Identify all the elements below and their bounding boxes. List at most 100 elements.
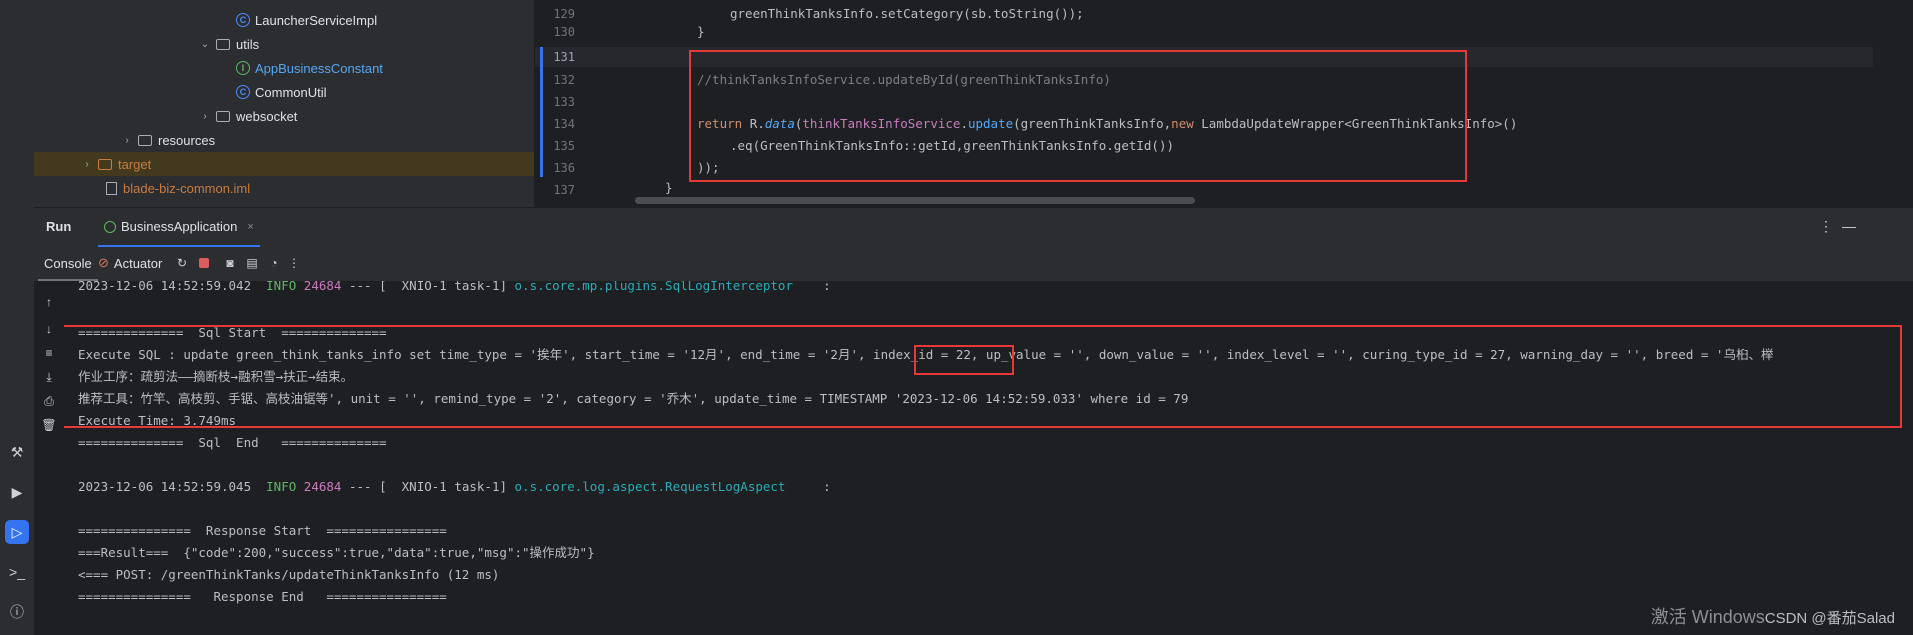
camera-icon[interactable]: ◙ xyxy=(222,255,238,271)
stop-icon[interactable] xyxy=(196,255,212,271)
code-line-129: greenThinkTanksInfo.setCategory(sb.toStr… xyxy=(730,6,1084,21)
chevron-right-icon[interactable]: › xyxy=(80,159,94,170)
run-toolbar: Console ⊘ Actuator ↻ ◙ ▤ ◔ ⋮ xyxy=(34,247,1913,282)
rerun-icon[interactable]: ↻ xyxy=(174,255,190,271)
interface-icon: I xyxy=(236,61,250,75)
actuator-icon: ⊘ xyxy=(98,255,109,270)
close-icon[interactable]: × xyxy=(247,221,253,233)
tree-item-label: utils xyxy=(236,36,260,52)
run-tool-window-header: Run BusinessApplication × ⋮ — xyxy=(34,207,1913,248)
console-output[interactable]: 2023-12-06 14:52:59.042 INFO 24684 --- [… xyxy=(64,281,1913,635)
tree-item-label: CommonUtil xyxy=(255,84,327,100)
package-icon xyxy=(216,38,230,50)
trash-icon[interactable]: 🗑 xyxy=(41,417,57,433)
tab-label: BusinessApplication xyxy=(121,219,238,234)
line-number-gutter: 129 130 131 132 133 134 135 136 137 xyxy=(535,0,625,207)
scroll-to-end-icon[interactable]: ⤓ xyxy=(41,369,57,385)
run-icon[interactable]: ▷ xyxy=(5,520,29,544)
class-icon: C xyxy=(236,85,250,99)
tab-business-application[interactable]: BusinessApplication × xyxy=(98,208,260,247)
tree-item-label: AppBusinessConstant xyxy=(255,60,383,76)
class-icon: C xyxy=(236,13,250,27)
project-tree: C LauncherServiceImpl ⌄ utils I AppBusin… xyxy=(34,0,535,207)
response-start-line: =============== Response Start =========… xyxy=(78,523,447,538)
services-icon[interactable]: ▶ xyxy=(5,480,29,504)
profiler-icon[interactable]: ◔ xyxy=(266,255,282,271)
problems-icon[interactable]: ⓘ xyxy=(5,600,29,624)
file-icon xyxy=(106,181,117,195)
left-tool-strip: ⚒ ▶ ▷ >_ ⓘ xyxy=(0,0,35,635)
log-level: INFO xyxy=(266,479,297,494)
log-line: 2023-12-06 14:52:59.045 INFO 24684 --- [… xyxy=(78,477,831,497)
response-end-line: =============== Response End ===========… xyxy=(78,589,447,604)
tree-item-common-util[interactable]: C CommonUtil xyxy=(34,80,534,104)
folder-icon xyxy=(138,134,152,146)
build-icon[interactable]: ⚒ xyxy=(5,440,29,464)
code-line-130: } xyxy=(697,24,705,39)
log-logger: o.s.core.mp.plugins.SqlLogInterceptor xyxy=(514,281,793,293)
tree-item-resources[interactable]: › resources xyxy=(34,128,534,152)
soft-wrap-icon[interactable]: ≡ xyxy=(41,345,57,361)
line-number: 136 xyxy=(553,161,575,175)
arrow-up-icon[interactable]: ↑ xyxy=(41,294,57,310)
code-editor[interactable]: 129 130 131 132 133 134 135 136 137 gree… xyxy=(535,0,1913,207)
tree-item-label: websocket xyxy=(236,108,298,124)
line-number: 133 xyxy=(553,95,575,109)
log-tail: : xyxy=(785,479,831,494)
chevron-right-icon[interactable]: › xyxy=(198,111,212,122)
tab-label: Actuator xyxy=(113,255,163,271)
package-icon xyxy=(216,110,230,122)
run-title: Run xyxy=(46,219,72,234)
tree-item-label: resources xyxy=(158,132,216,148)
tree-item-websocket[interactable]: › websocket xyxy=(34,104,534,128)
dump-threads-icon[interactable]: ▤ xyxy=(244,255,260,271)
arrow-down-icon[interactable]: ↓ xyxy=(41,321,57,337)
line-number: 130 xyxy=(553,25,575,39)
line-number: 129 xyxy=(553,7,575,21)
log-thread: --- [ XNIO-1 task-1] xyxy=(341,281,515,293)
log-pid: 24684 xyxy=(303,281,342,293)
log-level: INFO xyxy=(266,281,297,293)
more-options-icon[interactable]: ⋮ xyxy=(1819,218,1833,235)
print-icon[interactable]: ⎙ xyxy=(41,393,57,409)
log-tail: : xyxy=(792,281,831,293)
tree-item-label: LauncherServiceImpl xyxy=(255,12,378,28)
log-pid: 24684 xyxy=(303,479,342,494)
tree-item-launcher-service-impl[interactable]: C LauncherServiceImpl xyxy=(34,8,534,32)
windows-activation-text: 激活 Windows xyxy=(1650,607,1765,627)
tree-item-utils[interactable]: ⌄ utils xyxy=(34,32,534,56)
tab-actuator[interactable]: ⊘ Actuator xyxy=(98,247,162,279)
tree-item-target[interactable]: › target xyxy=(34,152,534,176)
tab-label: Console xyxy=(44,255,92,271)
index-id-highlight-box xyxy=(914,345,1014,375)
line-number: 132 xyxy=(553,73,575,87)
tree-item-iml-file[interactable]: blade-biz-common.iml xyxy=(34,176,534,200)
tree-item-label: blade-biz-common.iml xyxy=(123,180,251,196)
line-number: 137 xyxy=(553,183,575,197)
sql-end-line: ============== Sql End ============== xyxy=(78,435,387,450)
post-line: <=== POST: /greenThinkTanks/updateThinkT… xyxy=(78,567,500,582)
sql-highlight-box xyxy=(64,325,1902,428)
chevron-right-icon[interactable]: › xyxy=(120,135,134,146)
spring-boot-icon xyxy=(104,220,116,233)
code-highlight-box xyxy=(689,50,1467,182)
tree-item-label: target xyxy=(118,156,152,172)
log-timestamp: 2023-12-06 14:52:59.045 xyxy=(78,479,252,494)
log-line: 2023-12-06 14:52:59.042 INFO 24684 --- [… xyxy=(78,281,831,296)
watermark: 激活 WindowsCSDN @番茄Salad xyxy=(1651,603,1895,629)
terminal-icon[interactable]: >_ xyxy=(5,560,29,584)
line-number: 135 xyxy=(553,139,575,153)
minimize-icon[interactable]: — xyxy=(1842,218,1856,234)
tree-item-app-business-constant[interactable]: I AppBusinessConstant xyxy=(34,56,534,80)
csdn-watermark: CSDN @番茄Salad xyxy=(1764,610,1895,627)
chevron-down-icon[interactable]: ⌄ xyxy=(198,39,212,50)
result-line: ===Result=== {"code":200,"success":true,… xyxy=(78,545,595,560)
horizontal-scrollbar[interactable] xyxy=(635,197,1195,204)
log-logger: o.s.core.log.aspect.RequestLogAspect xyxy=(514,479,786,494)
code-line-137: } xyxy=(665,180,673,195)
tab-console[interactable]: Console xyxy=(38,247,98,281)
log-timestamp: 2023-12-06 14:52:59.042 xyxy=(78,281,252,293)
line-number: 134 xyxy=(553,117,575,131)
console-side-toolbar: ↑ ↓ ≡ ⤓ ⎙ 🗑 xyxy=(34,281,64,635)
more-options-icon[interactable]: ⋮ xyxy=(286,255,302,271)
